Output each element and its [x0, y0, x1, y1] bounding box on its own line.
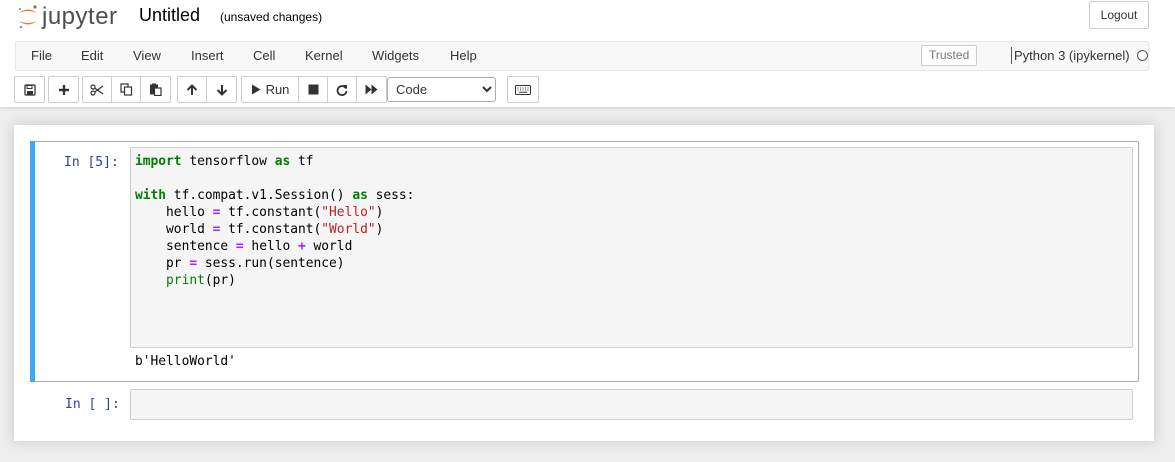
code-token: =	[235, 239, 244, 254]
code-editor-empty[interactable]	[130, 389, 1133, 420]
cut-icon	[90, 83, 104, 96]
copy-button[interactable]	[112, 77, 141, 102]
code-token: tf.constant(	[220, 205, 322, 220]
toolbar-run-group: Run	[241, 76, 387, 103]
run-label: Run	[265, 82, 290, 97]
run-button[interactable]: Run	[242, 77, 299, 102]
menu-edit[interactable]: Edit	[81, 48, 103, 63]
menu-view[interactable]: View	[133, 48, 161, 63]
code-token: sentence	[135, 239, 236, 254]
code-token: )	[375, 222, 384, 237]
menubar: File Edit View Insert Cell Kernel Widget…	[15, 41, 1149, 71]
input-prompt-empty: In [ ]:	[65, 397, 120, 412]
code-token: import	[135, 154, 182, 169]
code-token: print	[166, 273, 205, 288]
code-token: (pr)	[204, 273, 236, 288]
save-button[interactable]	[15, 77, 44, 102]
menu-file[interactable]: File	[31, 48, 52, 63]
restart-run-all-button[interactable]	[357, 77, 386, 102]
restart-button[interactable]	[328, 77, 357, 102]
header: jupyter Untitled (unsaved changes) Logou…	[0, 0, 1175, 107]
code-token: hello	[135, 205, 213, 220]
cell-selection-bar	[30, 141, 35, 382]
code-token: tf.compat.v1.Session()	[166, 188, 353, 203]
code-token: tf	[290, 154, 314, 169]
kernel-name[interactable]: Python 3 (ipykernel)	[1014, 48, 1130, 63]
code-token: sess.run(sentence)	[197, 256, 345, 271]
toolbar-edit-group	[82, 76, 171, 103]
code-token: hello	[243, 239, 298, 254]
code-token: pr	[135, 256, 190, 271]
code-token: "World"	[321, 222, 376, 237]
restart-icon	[336, 84, 348, 96]
paste-icon	[150, 83, 162, 96]
code-token: as	[274, 154, 291, 169]
code-token: world	[305, 239, 353, 254]
insert-cell-button[interactable]	[49, 77, 78, 102]
menu-help[interactable]: Help	[450, 48, 477, 63]
notebook-name[interactable]: Untitled	[139, 5, 200, 26]
code-token: tensorflow	[181, 154, 275, 169]
code-text: import tensorflow as tf with tf.compat.v…	[135, 153, 414, 289]
command-palette-button[interactable]	[508, 77, 538, 102]
toolbar-move-group	[177, 76, 237, 103]
cut-button[interactable]	[83, 77, 112, 102]
toolbar-save-group	[14, 76, 45, 103]
menu-widgets[interactable]: Widgets	[372, 48, 419, 63]
jupyter-logo-icon	[19, 5, 37, 29]
code-token: tf.constant(	[220, 222, 322, 237]
fast-forward-icon	[365, 84, 378, 95]
copy-icon	[119, 83, 132, 96]
code-token: as	[352, 188, 368, 203]
code-token: sess:	[367, 188, 415, 203]
jupyter-logo[interactable]: jupyter	[18, 3, 118, 31]
kernel-idle-icon	[1137, 50, 1148, 61]
keyboard-icon	[515, 84, 531, 95]
toolbar-insert-group	[48, 76, 79, 103]
plus-icon	[58, 84, 69, 95]
menu-cell[interactable]: Cell	[253, 48, 275, 63]
menu-insert[interactable]: Insert	[191, 48, 224, 63]
trusted-indicator[interactable]: Trusted	[921, 45, 978, 66]
arrow-down-icon	[216, 84, 227, 96]
arrow-up-icon	[186, 83, 198, 95]
move-down-button[interactable]	[207, 77, 236, 102]
interrupt-button[interactable]	[299, 77, 328, 102]
cell-output: b'HelloWorld'	[135, 354, 236, 369]
notebook-container: In [5]: import tensorflow as tf with tf.…	[14, 125, 1154, 441]
kernel-divider	[1011, 47, 1012, 64]
menu-kernel[interactable]: Kernel	[305, 48, 343, 63]
play-icon	[251, 84, 261, 95]
code-token: world	[135, 222, 213, 237]
cell-type-select[interactable]: Code Markdown Raw NBConvert Heading	[387, 77, 496, 102]
code-editor[interactable]: import tensorflow as tf with tf.compat.v…	[130, 147, 1133, 348]
move-up-button[interactable]	[178, 77, 207, 102]
code-cell-selected[interactable]: In [5]: import tensorflow as tf with tf.…	[30, 141, 1139, 382]
input-prompt: In [5]:	[64, 155, 119, 170]
paste-button[interactable]	[141, 77, 170, 102]
save-icon	[23, 83, 36, 96]
code-token: +	[298, 239, 306, 254]
code-token: with	[135, 188, 167, 203]
jupyter-logo-text: jupyter	[42, 3, 118, 30]
code-token: "Hello"	[321, 205, 376, 220]
save-status: (unsaved changes)	[220, 10, 323, 24]
toolbar-palette-group	[507, 76, 539, 103]
logout-button[interactable]: Logout	[1089, 1, 1149, 29]
code-token: =	[189, 256, 198, 271]
code-token: )	[375, 205, 384, 220]
stop-icon	[308, 84, 318, 95]
